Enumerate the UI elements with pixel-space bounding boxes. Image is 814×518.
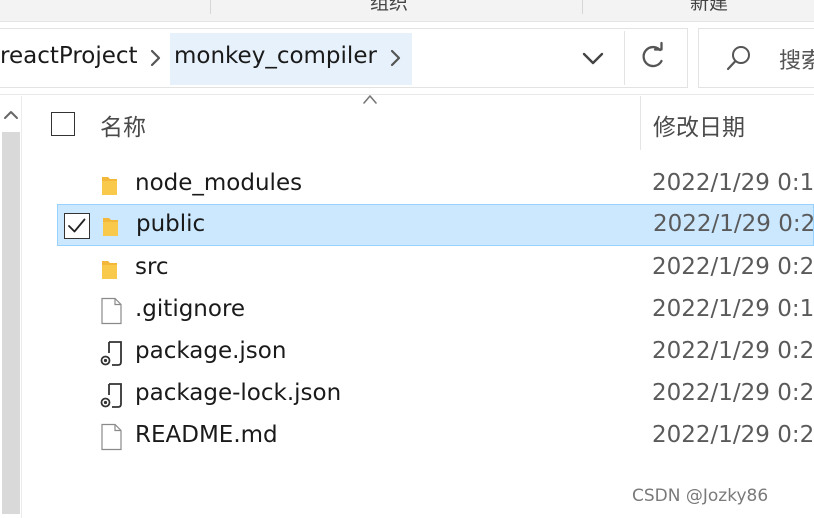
file-date-modified: 2022/1/29 0:2	[652, 380, 814, 406]
column-divider[interactable]	[640, 96, 641, 150]
chevron-up-icon	[4, 111, 18, 119]
file-row-src[interactable]: src 2022/1/29 0:2	[57, 248, 814, 290]
search-icon	[726, 46, 750, 71]
file-row-readme[interactable]: README.md 2022/1/29 0:2	[57, 416, 814, 458]
file-row-public[interactable]: public 2022/1/29 0:2	[57, 204, 814, 246]
file-name: node_modules	[135, 170, 303, 196]
checkmark-icon	[68, 218, 86, 233]
file-list: node_modules 2022/1/29 0:1 public 2022/1…	[24, 164, 814, 460]
address-row: reactProject monkey_compiler 搜索	[0, 22, 814, 95]
file-date-modified: 2022/1/29 0:2	[652, 254, 814, 280]
address-bar[interactable]: reactProject monkey_compiler	[0, 28, 688, 88]
file-row-package-json[interactable]: package.json 2022/1/29 0:2	[57, 332, 814, 374]
column-header-row: 名称 修改日期	[24, 95, 814, 152]
file-name: .gitignore	[135, 296, 246, 322]
ribbon-group-labels: 组织 新建	[0, 0, 814, 22]
file-name: src	[135, 254, 169, 280]
chevron-right-icon[interactable]	[144, 45, 166, 71]
file-name: README.md	[135, 422, 278, 448]
file-date-modified: 2022/1/29 0:2	[652, 338, 814, 364]
column-header-name[interactable]: 名称	[100, 108, 146, 142]
file-row-gitignore[interactable]: .gitignore 2022/1/29 0:1	[57, 290, 814, 332]
file-name: package.json	[135, 338, 287, 364]
nav-scrollbar-thumb[interactable]	[2, 132, 20, 514]
select-all-checkbox[interactable]	[51, 112, 75, 136]
sort-ascending-icon	[363, 95, 377, 104]
file-date-modified: 2022/1/29 0:1	[652, 170, 814, 196]
breadcrumb-item[interactable]: reactProject	[0, 43, 138, 69]
breadcrumb-current[interactable]: monkey_compiler	[170, 33, 412, 85]
ribbon-group-organize: 组织	[370, 0, 409, 14]
column-header-date-modified[interactable]: 修改日期	[653, 108, 745, 142]
ribbon-group-new: 新建	[690, 0, 729, 14]
search-input[interactable]: 搜索	[698, 28, 814, 88]
row-checkbox-checked[interactable]	[64, 213, 90, 239]
file-date-modified: 2022/1/29 0:2	[652, 422, 814, 448]
folder-icon	[99, 171, 125, 199]
chevron-down-icon	[582, 52, 604, 65]
refresh-icon	[642, 41, 663, 68]
address-history-dropdown[interactable]	[566, 31, 620, 85]
file-date-modified: 2022/1/29 0:1	[652, 296, 814, 322]
file-row-package-lock-json[interactable]: package-lock.json 2022/1/29 0:2	[57, 374, 814, 416]
navigation-pane	[0, 96, 22, 518]
watermark-text: CSDN @Jozky86	[632, 486, 769, 506]
file-name: public	[136, 211, 206, 237]
file-row-node-modules[interactable]: node_modules 2022/1/29 0:1	[57, 164, 814, 206]
ribbon-separator	[582, 0, 583, 14]
ribbon-separator	[210, 0, 211, 14]
folder-icon	[99, 255, 125, 283]
file-icon	[99, 423, 125, 451]
breadcrumb-item[interactable]: monkey_compiler	[174, 43, 377, 69]
search-placeholder: 搜索	[779, 49, 814, 74]
nav-scroll-up-button[interactable]	[0, 96, 22, 132]
json-file-icon	[99, 381, 125, 409]
chevron-right-icon[interactable]	[384, 45, 406, 71]
json-file-icon	[99, 339, 125, 367]
folder-icon	[100, 212, 126, 240]
refresh-button[interactable]	[624, 31, 682, 85]
file-date-modified: 2022/1/29 0:2	[653, 211, 814, 237]
file-name: package-lock.json	[135, 380, 342, 406]
file-icon	[99, 297, 125, 325]
